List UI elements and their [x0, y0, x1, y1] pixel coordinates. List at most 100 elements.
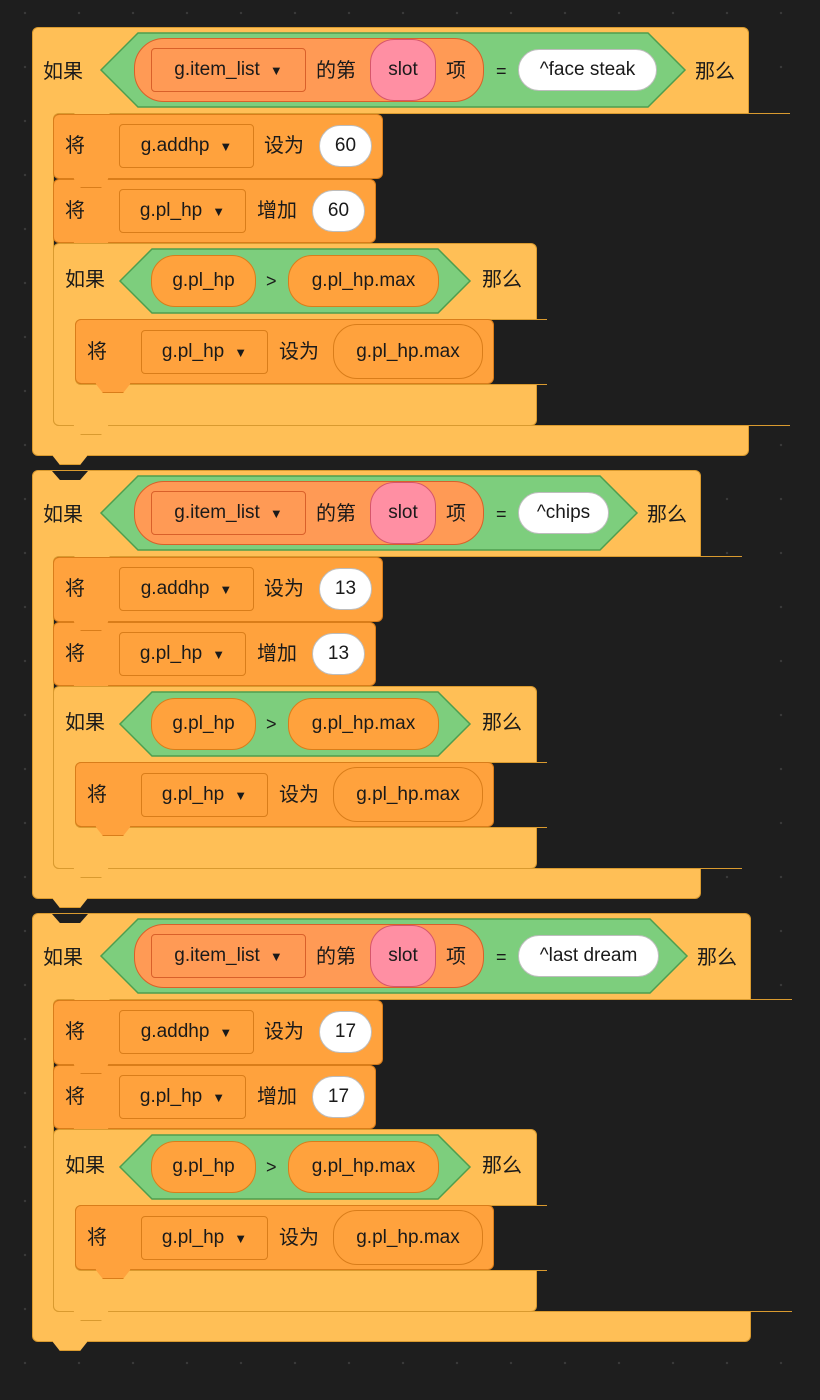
list-variable-dropdown[interactable]: g.item_list ▼ [151, 48, 306, 92]
set-label: 将 [65, 1021, 85, 1043]
inner-hp-max-reporter[interactable]: g.pl_hp.max [333, 1210, 483, 1265]
caret-down-icon: ▼ [212, 203, 226, 219]
nested-then-label: 那么 [482, 269, 522, 291]
inner-hp-max-reporter-text: g.pl_hp.max [356, 340, 460, 362]
inner-hp-max-reporter-text: g.pl_hp.max [356, 783, 460, 805]
hp-reporter[interactable]: g.pl_hp [151, 1141, 256, 1193]
inner-set-to-label: 设为 [279, 341, 319, 363]
inner-hp-max-reporter-text: g.pl_hp.max [356, 1226, 460, 1248]
connector-tab [52, 455, 88, 465]
compare-value-input-text: ^last dream [539, 945, 638, 966]
hp-variable-dropdown[interactable]: g.pl_hp ▼ [119, 632, 246, 676]
hp-max-reporter-text: g.pl_hp.max [311, 713, 416, 734]
addhp-variable-dropdown[interactable]: g.addhp ▼ [119, 567, 254, 611]
compare-value-input[interactable]: ^last dream [518, 935, 659, 977]
addhp-value-input-text: 17 [334, 1021, 357, 1042]
caret-down-icon: ▼ [234, 1230, 248, 1246]
item-suffix-label: 项 [446, 503, 466, 525]
caret-down-icon: ▼ [212, 646, 226, 662]
hp-max-reporter[interactable]: g.pl_hp.max [288, 255, 439, 307]
then-label: 那么 [697, 947, 737, 969]
hp-variable-dropdown[interactable]: g.pl_hp ▼ [119, 1075, 246, 1119]
caret-down-icon: ▼ [219, 581, 233, 597]
inner-hp-variable-dropdown[interactable]: g.pl_hp ▼ [141, 773, 268, 817]
set-label: 将 [65, 135, 85, 157]
list-variable-dropdown-text: g.item_list [174, 502, 260, 523]
addhp-value-input[interactable]: 13 [319, 568, 372, 610]
if-label: 如果 [43, 947, 83, 969]
if-label: 如果 [43, 61, 83, 83]
inner-hp-max-reporter[interactable]: g.pl_hp.max [333, 324, 483, 379]
item-of-label: 的第 [316, 946, 356, 968]
list-variable-dropdown[interactable]: g.item_list ▼ [151, 491, 306, 535]
caret-down-icon: ▼ [269, 62, 283, 78]
slot-reporter-text: slot [388, 945, 418, 966]
inner-set-label: 将 [87, 341, 107, 363]
inner-hp-variable-dropdown[interactable]: g.pl_hp ▼ [141, 330, 268, 374]
caret-down-icon: ▼ [269, 948, 283, 964]
hp-reporter[interactable]: g.pl_hp [151, 698, 256, 750]
inner-set-to-label: 设为 [279, 784, 319, 806]
hp-max-reporter-text: g.pl_hp.max [311, 1156, 416, 1177]
equals-operator: = [496, 504, 507, 524]
change-by-label: 增加 [257, 200, 297, 222]
addhp-value-input-text: 13 [334, 578, 357, 599]
compare-value-input[interactable]: ^chips [518, 492, 609, 534]
inner-set-label: 将 [87, 1227, 107, 1249]
equals-operator: = [496, 947, 507, 967]
hp-reporter[interactable]: g.pl_hp [151, 255, 256, 307]
change-by-label: 增加 [257, 643, 297, 665]
hp-change-input[interactable]: 60 [312, 190, 365, 232]
caret-down-icon: ▼ [219, 138, 233, 154]
greater-than-operator: > [266, 714, 277, 734]
hp-reporter-text: g.pl_hp [172, 1156, 235, 1177]
greater-than-operator: > [266, 1157, 277, 1177]
nested-if-label: 如果 [65, 1155, 105, 1177]
addhp-variable-dropdown[interactable]: g.addhp ▼ [119, 1010, 254, 1054]
change-by-label: 增加 [257, 1086, 297, 1108]
addhp-value-input[interactable]: 60 [319, 125, 372, 167]
inner-hp-max-reporter[interactable]: g.pl_hp.max [333, 767, 483, 822]
hp-change-input[interactable]: 13 [312, 633, 365, 675]
addhp-variable-dropdown-text: g.addhp [140, 1021, 210, 1042]
slot-reporter[interactable]: slot [370, 925, 436, 987]
addhp-value-input-text: 60 [334, 135, 357, 156]
hp-change-input[interactable]: 17 [312, 1076, 365, 1118]
slot-reporter-text: slot [388, 502, 418, 523]
addhp-variable-dropdown[interactable]: g.addhp ▼ [119, 124, 254, 168]
greater-than-operator: > [266, 271, 277, 291]
set-to-label: 设为 [264, 135, 304, 157]
addhp-variable-dropdown-text: g.addhp [140, 135, 210, 156]
hp-variable-dropdown[interactable]: g.pl_hp ▼ [119, 189, 246, 233]
inner-hp-variable-dropdown[interactable]: g.pl_hp ▼ [141, 1216, 268, 1260]
equals-operator: = [496, 61, 507, 81]
nested-then-label: 那么 [482, 1155, 522, 1177]
compare-value-input-text: ^face steak [539, 59, 636, 80]
inner-set-to-label: 设为 [279, 1227, 319, 1249]
caret-down-icon: ▼ [269, 505, 283, 521]
nested-then-label: 那么 [482, 712, 522, 734]
hp-max-reporter[interactable]: g.pl_hp.max [288, 1141, 439, 1193]
if-label: 如果 [43, 504, 83, 526]
item-suffix-label: 项 [446, 946, 466, 968]
caret-down-icon: ▼ [234, 344, 248, 360]
slot-reporter[interactable]: slot [370, 482, 436, 544]
inner-hp-variable-dropdown-text: g.pl_hp [161, 784, 225, 805]
inner-set-label: 将 [87, 784, 107, 806]
item-of-label: 的第 [316, 503, 356, 525]
nested-if-label: 如果 [65, 712, 105, 734]
list-variable-dropdown-text: g.item_list [174, 59, 260, 80]
hp-change-input-text: 13 [327, 643, 350, 664]
slot-reporter[interactable]: slot [370, 39, 436, 101]
compare-value-input[interactable]: ^face steak [518, 49, 657, 91]
change-label: 将 [65, 1086, 85, 1108]
addhp-value-input[interactable]: 17 [319, 1011, 372, 1053]
hp-change-input-text: 60 [327, 200, 350, 221]
compare-value-input-text: ^chips [536, 502, 591, 523]
hp-variable-dropdown-text: g.pl_hp [139, 200, 203, 221]
hp-reporter-text: g.pl_hp [172, 270, 235, 291]
hp-max-reporter[interactable]: g.pl_hp.max [288, 698, 439, 750]
set-to-label: 设为 [264, 1021, 304, 1043]
then-label: 那么 [647, 504, 687, 526]
list-variable-dropdown[interactable]: g.item_list ▼ [151, 934, 306, 978]
